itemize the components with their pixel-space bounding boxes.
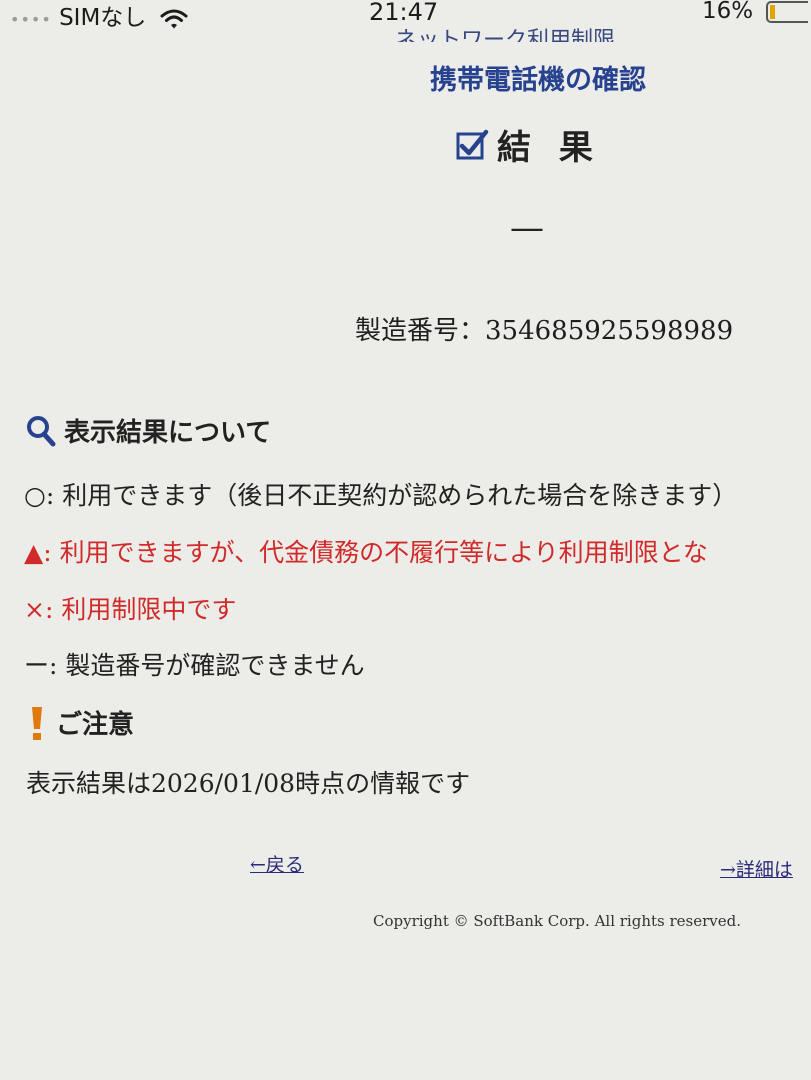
legend-text: 製造番号が確認できません bbox=[57, 651, 365, 680]
notice-heading-label: ご注意 bbox=[56, 710, 135, 740]
carrier-status: •••• SIMなし bbox=[10, 0, 188, 32]
legend-item-unconfirmed: ー: 製造番号が確認できません bbox=[24, 646, 365, 682]
checkbox-checked-icon bbox=[456, 129, 489, 159]
carrier-label: SIMなし bbox=[59, 5, 147, 31]
battery-icon bbox=[766, 1, 808, 23]
result-status-value: — bbox=[510, 208, 544, 248]
page-title: ネットワーク利用制限 bbox=[395, 28, 616, 42]
legend-symbol: ー: bbox=[24, 651, 58, 680]
back-link[interactable]: ←戻る bbox=[250, 850, 304, 877]
exclamation-icon bbox=[32, 706, 42, 740]
legend-text: 利用制限中です bbox=[53, 595, 237, 624]
wifi-icon bbox=[160, 9, 188, 28]
legend-item-restricted: ×: 利用制限中です bbox=[24, 590, 236, 626]
serial-number-value: 354685925598989 bbox=[485, 316, 734, 346]
legend-symbol: ×: bbox=[24, 595, 54, 624]
legend-item-available: ○: 利用できます（後日不正契約が認められた場合を除きます） bbox=[24, 476, 737, 512]
battery-percentage: 16% bbox=[702, 0, 754, 24]
notice-text: 表示結果は2026/01/08時点の情報です bbox=[26, 769, 471, 798]
signal-dots-icon: •••• bbox=[10, 10, 52, 29]
notice-heading: ご注意 bbox=[26, 704, 134, 741]
legend-symbol: ○: bbox=[24, 481, 55, 510]
search-icon bbox=[27, 415, 56, 446]
page-subtitle: 携帯電話機の確認 bbox=[430, 65, 646, 96]
legend-text: 利用できますが、代金債務の不履行等により利用制限とな bbox=[51, 538, 708, 567]
legend-heading: 表示結果について bbox=[26, 412, 271, 449]
details-link[interactable]: →詳細は bbox=[720, 855, 793, 882]
result-heading: 結 果 bbox=[455, 120, 601, 169]
legend-text: 利用できます（後日不正契約が認められた場合を除きます） bbox=[54, 481, 738, 510]
legend-item-restricted-possible: ▲: 利用できますが、代金債務の不履行等により利用制限とな bbox=[24, 533, 708, 569]
result-heading-label: 結 果 bbox=[497, 128, 601, 168]
copyright-text: Copyright © SoftBank Corp. All rights re… bbox=[373, 912, 741, 930]
serial-number-row: 製造番号：354685925598989 bbox=[355, 310, 733, 347]
serial-number-label: 製造番号： bbox=[355, 316, 486, 346]
legend-heading-label: 表示結果について bbox=[64, 418, 272, 448]
legend-symbol: ▲: bbox=[24, 538, 52, 567]
